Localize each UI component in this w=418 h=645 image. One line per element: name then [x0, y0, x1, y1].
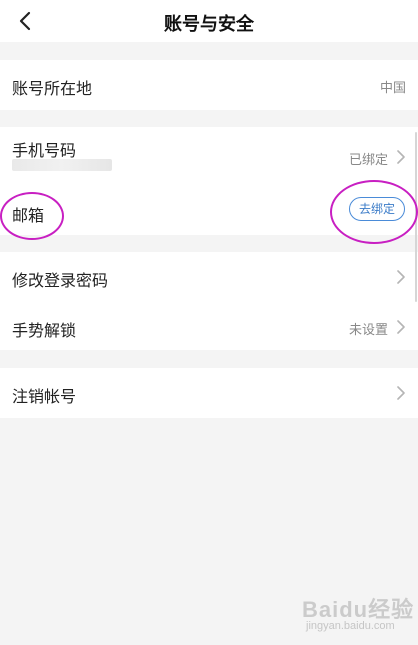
account-location-value: 中国	[379, 81, 406, 96]
watermark: Baidu经验 jingyan.baidu.com	[292, 592, 413, 638]
chevron-right-icon	[397, 150, 405, 164]
row-phone[interactable]: 手机号码 已绑定	[0, 127, 418, 185]
group-account-location: 账号所在地 中国	[0, 60, 418, 110]
row-gesture-lock[interactable]: 手势解锁 未设置	[0, 302, 418, 350]
group-bindings: 手机号码 已绑定 邮箱 去绑定	[0, 127, 418, 235]
row-deactivate-account[interactable]: 注销帐号	[0, 368, 418, 418]
gesture-lock-status: 未设置	[348, 323, 388, 338]
bind-email-button[interactable]: 去绑定	[348, 197, 405, 221]
masked-phone-number	[12, 159, 112, 171]
row-email[interactable]: 邮箱 去绑定	[0, 185, 418, 235]
change-password-label: 修改登录密码	[12, 271, 109, 290]
chevron-right-icon	[397, 386, 405, 400]
chevron-right-icon	[397, 320, 405, 334]
email-label: 邮箱	[12, 206, 45, 225]
row-change-password[interactable]: 修改登录密码	[0, 252, 418, 302]
top-bar: 账号与安全	[0, 0, 418, 42]
gesture-lock-label: 手势解锁	[12, 321, 77, 340]
phone-status: 已绑定	[348, 153, 388, 168]
account-location-label: 账号所在地	[12, 79, 93, 98]
watermark-url: jingyan.baidu.com	[306, 620, 395, 632]
group-security: 修改登录密码 手势解锁 未设置	[0, 252, 418, 350]
scrollbar[interactable]	[415, 132, 417, 302]
deactivate-account-label: 注销帐号	[12, 387, 77, 406]
page-title: 账号与安全	[164, 14, 254, 35]
phone-label: 手机号码	[12, 141, 77, 160]
chevron-right-icon	[397, 270, 405, 284]
group-deactivate: 注销帐号	[0, 368, 418, 418]
row-account-location[interactable]: 账号所在地 中国	[0, 60, 418, 110]
